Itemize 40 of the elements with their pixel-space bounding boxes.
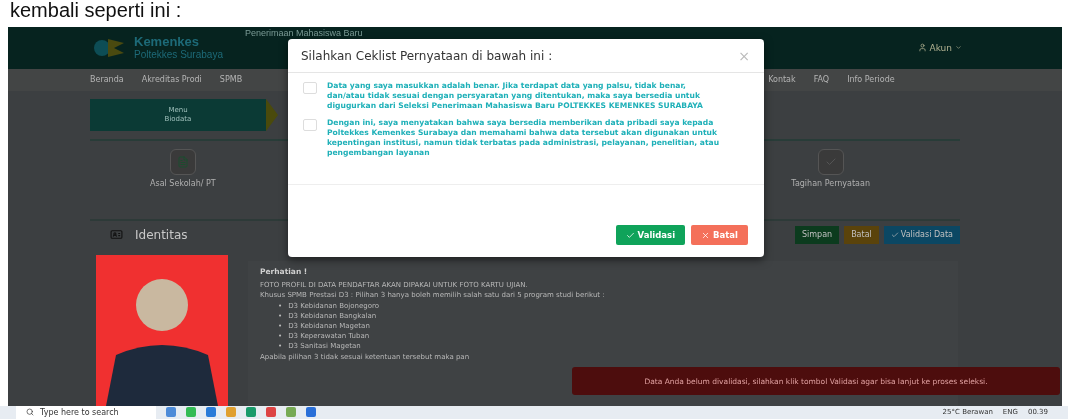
nav-link[interactable]: Akreditas Prodi bbox=[141, 75, 202, 85]
check-icon[interactable] bbox=[817, 148, 844, 175]
user-icon bbox=[917, 43, 927, 53]
caret-icon bbox=[955, 44, 962, 52]
brand-subtitle: Poltekkes Surabaya bbox=[134, 49, 223, 61]
nav-link[interactable]: FAQ bbox=[813, 75, 830, 85]
nav-link[interactable]: SPMB bbox=[219, 75, 243, 85]
taskbar-app-icon[interactable] bbox=[286, 407, 296, 418]
search-icon bbox=[26, 408, 34, 417]
section-title: Identitas bbox=[135, 227, 188, 242]
checkbox[interactable] bbox=[303, 82, 317, 94]
nav-link[interactable]: Kontak bbox=[768, 75, 796, 85]
id-card-icon bbox=[110, 228, 123, 242]
validate-button[interactable]: Validasi bbox=[615, 225, 686, 245]
taskbar-app-icon[interactable] bbox=[206, 407, 216, 418]
taskbar-app-icon[interactable] bbox=[306, 407, 316, 418]
dialog-title: Silahkan Ceklist Pernyataan di bawah ini : bbox=[301, 48, 553, 63]
taskbar-app-icon[interactable] bbox=[166, 407, 176, 418]
taskbar-app-icon[interactable] bbox=[226, 407, 236, 418]
taskbar-app-icon[interactable] bbox=[246, 407, 256, 418]
brand-name: Kemenkes bbox=[134, 35, 201, 50]
save-button[interactable]: Simpan bbox=[794, 225, 840, 244]
step-label: Tagihan Pernyataan bbox=[791, 178, 870, 188]
caption-text: kembali seperti ini : bbox=[9, 0, 183, 23]
nav-link[interactable]: Info Periode bbox=[847, 75, 895, 85]
document-icon[interactable] bbox=[169, 148, 196, 175]
nav-link[interactable]: Beranda bbox=[90, 75, 124, 85]
taskbar-app-icon[interactable] bbox=[266, 407, 276, 418]
account-menu[interactable]: Akun bbox=[917, 42, 962, 53]
taskbar-app-icon[interactable] bbox=[186, 407, 196, 418]
check-icon bbox=[625, 230, 635, 240]
checkbox[interactable] bbox=[303, 118, 317, 131]
validate-button[interactable]: Validasi Data bbox=[883, 225, 960, 244]
step-label: Asal Sekolah/ PT bbox=[150, 178, 216, 188]
cancel-button[interactable]: Batal bbox=[691, 225, 748, 245]
close-icon bbox=[701, 230, 711, 240]
reset-button[interactable]: Batal bbox=[844, 225, 879, 244]
site-title: Penerimaan Mahasiswa Baru bbox=[244, 27, 363, 38]
check-icon bbox=[890, 230, 899, 239]
arrow-icon bbox=[266, 98, 278, 131]
